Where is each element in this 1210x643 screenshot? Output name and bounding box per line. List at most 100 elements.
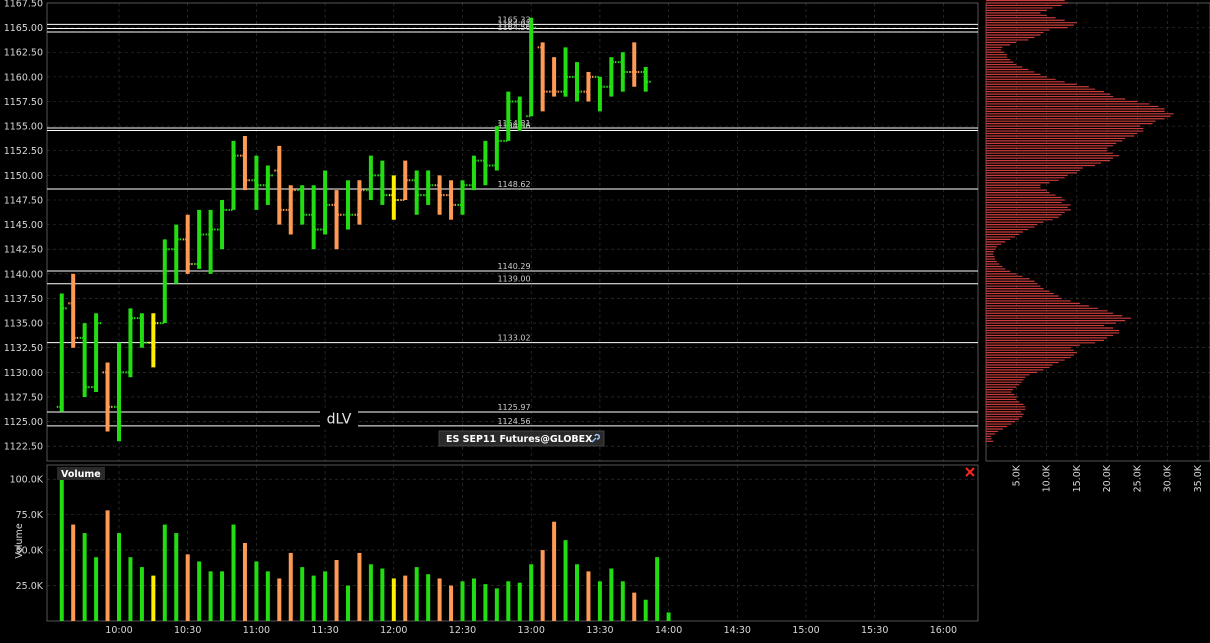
chart-title-badge[interactable]: ES SEP11 Futures@GLOBEX bbox=[438, 430, 605, 447]
volume-bar bbox=[655, 557, 660, 621]
volume-bar bbox=[552, 521, 557, 621]
volume-tick-label: 100.0K bbox=[10, 475, 44, 486]
volume-bar bbox=[128, 557, 133, 621]
volume-bar bbox=[346, 585, 350, 621]
level-label: 1140.29 bbox=[497, 262, 530, 271]
volume-bar bbox=[71, 524, 76, 621]
price-tick-label: 1140.00 bbox=[4, 269, 43, 280]
volume-bar bbox=[94, 557, 99, 621]
level-label: 1164.56 bbox=[497, 23, 530, 32]
profile-tick-label: 20.0K bbox=[1102, 464, 1113, 492]
volume-bar bbox=[357, 552, 362, 621]
volume-bar bbox=[460, 581, 465, 621]
profile-tick-label: 35.0K bbox=[1193, 464, 1204, 492]
volume-bar bbox=[403, 575, 408, 621]
volume-bar bbox=[380, 568, 385, 621]
volume-bar bbox=[643, 599, 648, 621]
price-tick-label: 1130.00 bbox=[4, 368, 43, 379]
chart-background bbox=[0, 0, 1210, 639]
volume-bar bbox=[231, 524, 236, 621]
price-tick-label: 1142.50 bbox=[4, 245, 43, 256]
volume-bar bbox=[265, 571, 270, 621]
volume-bar bbox=[632, 592, 637, 621]
profile-tick-label: 25.0K bbox=[1132, 464, 1143, 492]
volume-bar bbox=[529, 564, 534, 621]
volume-bar bbox=[391, 578, 396, 621]
volume-bar bbox=[334, 560, 339, 621]
volume-bar bbox=[506, 581, 511, 621]
time-tick-label: 12:30 bbox=[449, 625, 476, 636]
volume-bar bbox=[288, 552, 293, 621]
level-label: 1125.97 bbox=[497, 403, 530, 412]
volume-bar bbox=[162, 524, 167, 621]
volume-bar bbox=[437, 578, 442, 621]
time-tick-label: 10:30 bbox=[174, 625, 201, 636]
price-tick-label: 1150.00 bbox=[4, 171, 43, 182]
volume-bar bbox=[575, 564, 579, 621]
trading-chart: 1165.331164.911164.561154.811154.561148.… bbox=[0, 0, 1210, 639]
volume-bar bbox=[483, 584, 488, 621]
time-tick-label: 15:00 bbox=[792, 625, 819, 636]
price-tick-label: 1160.00 bbox=[4, 72, 43, 83]
price-tick-label: 1137.50 bbox=[4, 294, 43, 305]
volume-bar bbox=[242, 543, 247, 621]
volume-bar bbox=[254, 561, 259, 621]
profile-tick-label: 15.0K bbox=[1072, 464, 1083, 492]
volume-bar bbox=[517, 582, 522, 621]
volume-title: Volume bbox=[61, 469, 101, 480]
level-label: 1154.56 bbox=[497, 121, 530, 130]
price-tick-label: 1167.50 bbox=[4, 0, 43, 10]
price-tick-label: 1125.00 bbox=[4, 417, 43, 428]
chart-root: 1165.33 1164.91 1164.56 1154.81 1154.56 1148.… bbox=[0, 0, 1210, 639]
level-label: 1148.62 bbox=[497, 180, 530, 189]
volume-tick-label: 25.0K bbox=[16, 581, 44, 592]
volume-bar bbox=[586, 571, 591, 621]
profile-tick-label: 10.0K bbox=[1042, 464, 1053, 492]
volume-bar bbox=[471, 578, 476, 621]
volume-bar bbox=[449, 585, 454, 621]
profile-tick-label: 5.0K bbox=[1011, 464, 1022, 486]
volume-bar bbox=[494, 588, 499, 621]
price-tick-label: 1152.50 bbox=[4, 146, 43, 157]
volume-bar bbox=[277, 578, 282, 621]
volume-bar bbox=[426, 574, 431, 621]
price-tick-label: 1165.00 bbox=[4, 23, 43, 34]
volume-title-badge: Volume bbox=[57, 467, 105, 480]
time-tick-label: 13:30 bbox=[586, 625, 613, 636]
volume-bar bbox=[197, 561, 202, 621]
price-tick-label: 1127.50 bbox=[4, 392, 43, 403]
level-label: 1133.02 bbox=[497, 334, 530, 343]
profile-tick-label: 30.0K bbox=[1163, 464, 1174, 492]
volume-ylabel: Volume bbox=[14, 523, 25, 558]
volume-bar bbox=[139, 567, 144, 621]
volume-bar bbox=[609, 568, 614, 621]
volume-tick-label: 75.0K bbox=[16, 510, 44, 521]
price-tick-label: 1135.00 bbox=[4, 319, 43, 330]
volume-bar bbox=[151, 575, 156, 621]
volume-bar bbox=[540, 550, 545, 621]
volume-bar bbox=[300, 567, 305, 621]
time-tick-label: 11:00 bbox=[243, 625, 270, 636]
price-tick-label: 1162.50 bbox=[4, 48, 43, 59]
level-label: 1124.56 bbox=[497, 417, 530, 426]
annotation-dlv: dLV bbox=[327, 412, 352, 428]
volume-bar bbox=[597, 581, 602, 621]
volume-bar bbox=[82, 533, 87, 621]
volume-bar bbox=[59, 476, 64, 621]
volume-bar bbox=[220, 571, 225, 621]
time-tick-label: 14:00 bbox=[655, 625, 682, 636]
volume-bar bbox=[563, 540, 568, 621]
volume-bar bbox=[666, 612, 671, 621]
time-tick-label: 10:00 bbox=[105, 625, 132, 636]
price-tick-label: 1145.00 bbox=[4, 220, 43, 231]
price-tick-label: 1157.50 bbox=[4, 97, 43, 108]
time-tick-label: 14:30 bbox=[724, 625, 751, 636]
price-tick-label: 1155.00 bbox=[4, 122, 43, 133]
time-tick-label: 11:30 bbox=[311, 625, 338, 636]
volume-bar bbox=[117, 533, 121, 621]
price-tick-label: 1122.50 bbox=[4, 442, 43, 453]
price-tick-label: 1147.50 bbox=[4, 195, 43, 206]
time-tick-label: 15:30 bbox=[861, 625, 888, 636]
time-tick-label: 16:00 bbox=[930, 625, 957, 636]
level-label: 1139.00 bbox=[497, 275, 530, 284]
